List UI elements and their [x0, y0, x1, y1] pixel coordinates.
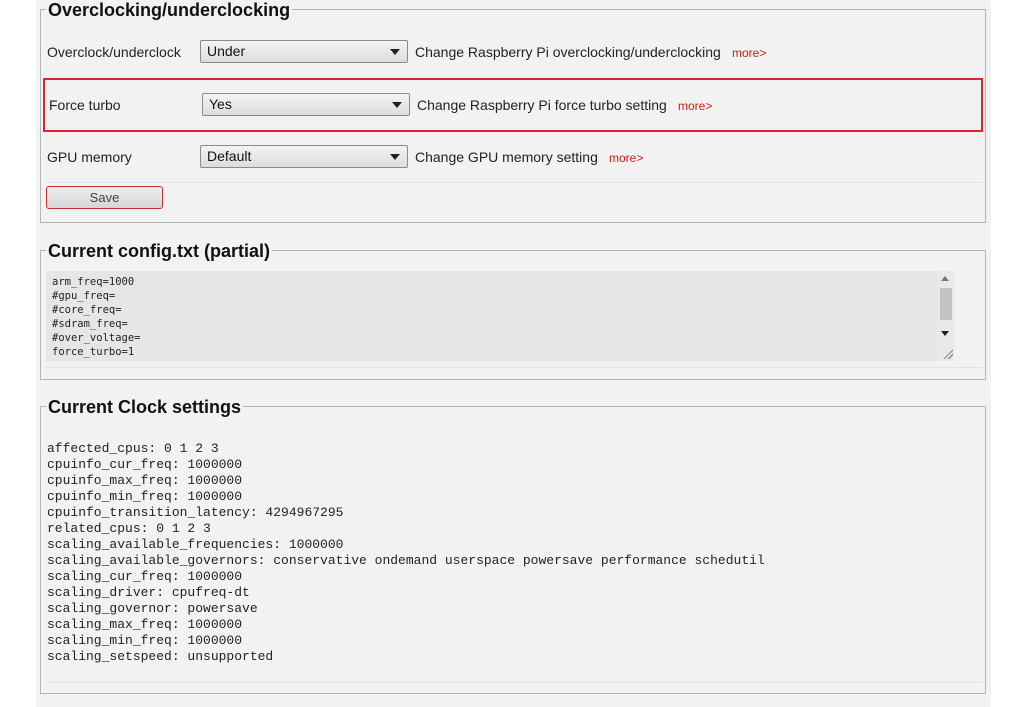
clock-settings-list: affected_cpus: 0 1 2 3 cpuinfo_cur_freq:… [47, 441, 765, 665]
force-turbo-label: Force turbo [49, 97, 121, 113]
overclock-more-link[interactable]: more> [732, 46, 766, 60]
scroll-thumb[interactable] [940, 288, 952, 320]
clock-line: scaling_setspeed: unsupported [47, 649, 274, 664]
gpu-memory-more-link[interactable]: more> [609, 151, 643, 165]
clock-line: scaling_max_freq: 1000000 [47, 617, 243, 632]
gpu-memory-select-value: Default [207, 148, 252, 164]
scroll-up-arrow-icon[interactable] [941, 276, 949, 281]
clock-line: cpuinfo_cur_freq: 1000000 [47, 457, 243, 472]
save-button[interactable]: Save [46, 186, 163, 209]
force-turbo-more-link[interactable]: more> [678, 99, 712, 113]
clock-line: related_cpus: 0 1 2 3 [47, 521, 211, 536]
clock-line: affected_cpus: 0 1 2 3 [47, 441, 219, 456]
gpu-memory-description: Change GPU memory setting [415, 149, 598, 165]
clock-line: cpuinfo_max_freq: 1000000 [47, 473, 243, 488]
overclock-description: Change Raspberry Pi overclocking/undercl… [415, 44, 721, 60]
divider [46, 682, 982, 683]
resize-grip-icon[interactable] [942, 348, 953, 359]
chevron-down-icon [392, 102, 402, 108]
clock-legend: Current Clock settings [46, 397, 244, 417]
overclock-label: Overclock/underclock [47, 44, 181, 60]
clock-line: scaling_available_frequencies: 1000000 [47, 537, 344, 552]
chevron-down-icon [390, 49, 400, 55]
overclock-select[interactable]: Under [200, 40, 408, 63]
force-turbo-select[interactable]: Yes [202, 93, 410, 116]
overclock-legend: Overclocking/underclocking [46, 0, 293, 20]
clock-line: scaling_driver: cpufreq-dt [47, 585, 250, 600]
force-turbo-select-value: Yes [209, 96, 232, 112]
clock-line: scaling_available_governors: conservativ… [47, 553, 765, 568]
divider [46, 182, 982, 183]
clock-line: scaling_cur_freq: 1000000 [47, 569, 243, 584]
clock-line: cpuinfo_min_freq: 1000000 [47, 489, 243, 504]
clock-line: scaling_min_freq: 1000000 [47, 633, 243, 648]
gpu-memory-select[interactable]: Default [200, 145, 408, 168]
divider [46, 367, 982, 368]
scroll-down-arrow-icon[interactable] [941, 331, 949, 336]
clock-line: scaling_governor: powersave [47, 601, 258, 616]
overclock-select-value: Under [207, 43, 246, 59]
config-textarea[interactable]: arm_freq=1000 #gpu_freq= #core_freq= #sd… [46, 271, 954, 361]
chevron-down-icon [390, 154, 400, 160]
config-legend: Current config.txt (partial) [46, 241, 273, 261]
gpu-memory-label: GPU memory [47, 149, 132, 165]
clock-line: cpuinfo_transition_latency: 4294967295 [47, 505, 344, 520]
force-turbo-description: Change Raspberry Pi force turbo setting [417, 97, 667, 113]
